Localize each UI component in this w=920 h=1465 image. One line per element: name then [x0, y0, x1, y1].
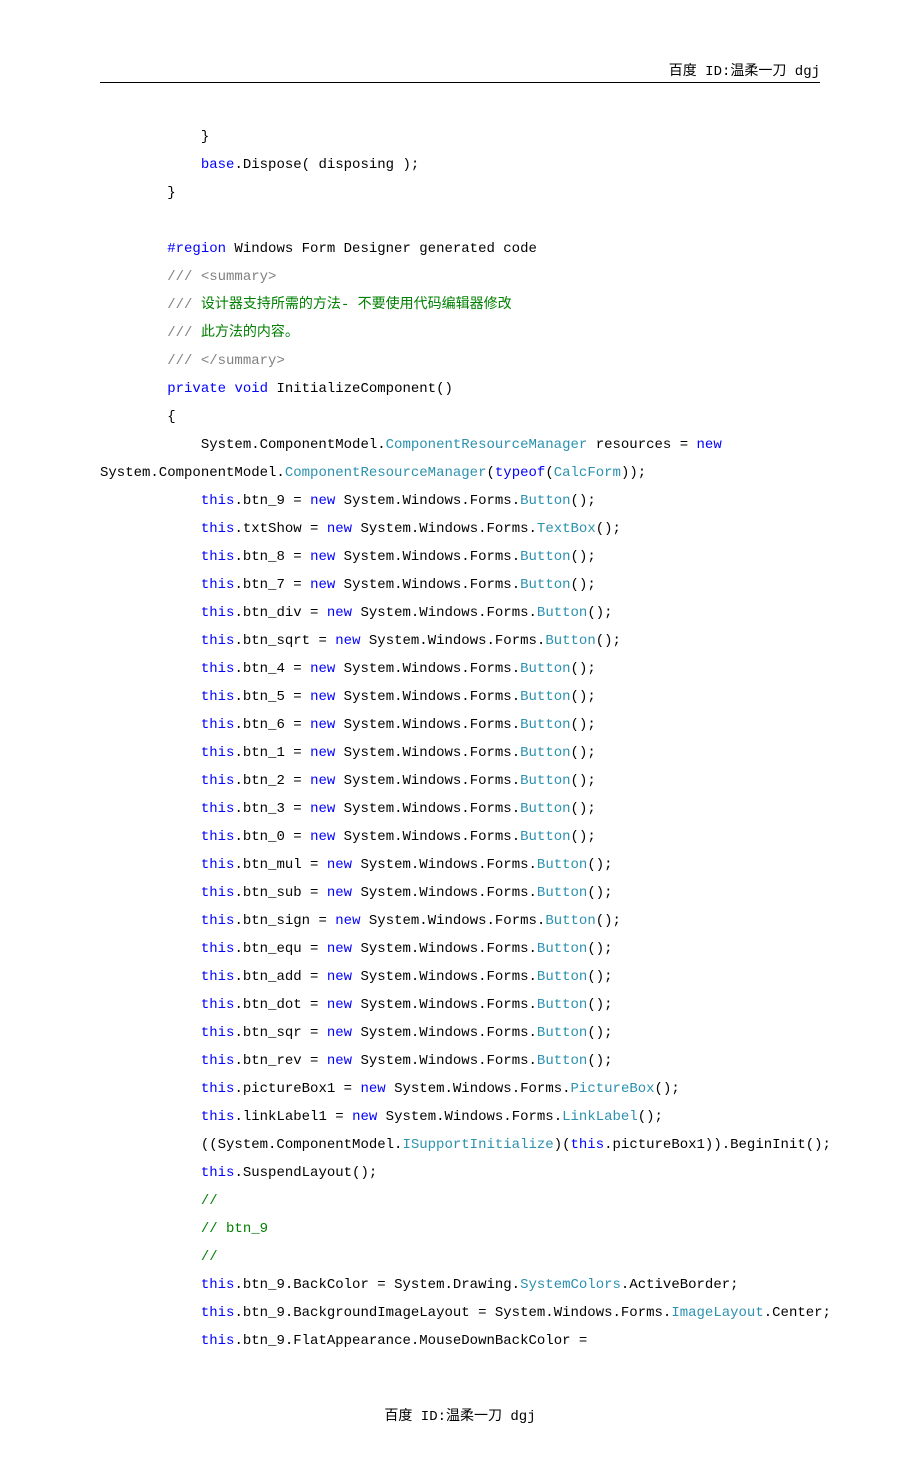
code-line: /// 设计器支持所需的方法- 不要使用代码编辑器修改: [100, 297, 512, 313]
code-line: this.btn_8 = new System.Windows.Forms.Bu…: [100, 549, 596, 565]
code-line: //: [100, 1193, 218, 1209]
code-line: this.btn_9.FlatAppearance.MouseDownBackC…: [100, 1333, 587, 1349]
code-line: this.btn_5 = new System.Windows.Forms.Bu…: [100, 689, 596, 705]
code-line: // btn_9: [100, 1221, 268, 1237]
code-content: } base.Dispose( disposing ); } #region W…: [100, 123, 820, 1355]
code-line: this.btn_dot = new System.Windows.Forms.…: [100, 997, 613, 1013]
code-line: this.btn_9 = new System.Windows.Forms.Bu…: [100, 493, 596, 509]
code-line: /// </summary>: [100, 353, 285, 369]
code-line: this.pictureBox1 = new System.Windows.Fo…: [100, 1081, 680, 1097]
code-line: #region Windows Form Designer generated …: [100, 241, 537, 257]
code-line: this.btn_7 = new System.Windows.Forms.Bu…: [100, 577, 596, 593]
code-line: this.btn_sqr = new System.Windows.Forms.…: [100, 1025, 613, 1041]
page-header: 百度 ID:温柔一刀 dgj: [100, 60, 820, 83]
code-line: base.Dispose( disposing );: [100, 157, 419, 173]
code-line: this.linkLabel1 = new System.Windows.For…: [100, 1109, 663, 1125]
code-line: this.btn_div = new System.Windows.Forms.…: [100, 605, 613, 621]
code-line: this.btn_sign = new System.Windows.Forms…: [100, 913, 621, 929]
code-line: this.btn_4 = new System.Windows.Forms.Bu…: [100, 661, 596, 677]
code-line: this.btn_9.BackgroundImageLayout = Syste…: [100, 1305, 831, 1321]
code-line: ((System.ComponentModel.ISupportInitiali…: [100, 1137, 831, 1153]
code-line: System.ComponentModel.ComponentResourceM…: [100, 465, 646, 481]
code-line: /// <summary>: [100, 269, 276, 285]
code-line: this.SuspendLayout();: [100, 1165, 377, 1181]
code-line: this.btn_6 = new System.Windows.Forms.Bu…: [100, 717, 596, 733]
code-line: private void InitializeComponent(): [100, 381, 453, 397]
code-line: }: [100, 185, 176, 201]
code-line: this.btn_3 = new System.Windows.Forms.Bu…: [100, 801, 596, 817]
code-line: //: [100, 1249, 218, 1265]
code-line: this.btn_1 = new System.Windows.Forms.Bu…: [100, 745, 596, 761]
code-line: this.btn_equ = new System.Windows.Forms.…: [100, 941, 613, 957]
code-line: this.btn_rev = new System.Windows.Forms.…: [100, 1053, 613, 1069]
code-line: }: [100, 129, 209, 145]
code-line: System.ComponentModel.ComponentResourceM…: [100, 437, 722, 453]
code-line: /// 此方法的内容。: [100, 325, 299, 341]
code-line: this.btn_sub = new System.Windows.Forms.…: [100, 885, 613, 901]
code-line: this.btn_9.BackColor = System.Drawing.Sy…: [100, 1277, 739, 1293]
code-line: this.btn_2 = new System.Windows.Forms.Bu…: [100, 773, 596, 789]
code-line: this.btn_add = new System.Windows.Forms.…: [100, 969, 613, 985]
code-line: this.btn_0 = new System.Windows.Forms.Bu…: [100, 829, 596, 845]
code-line: {: [100, 409, 176, 425]
code-line: this.btn_mul = new System.Windows.Forms.…: [100, 857, 613, 873]
page-footer: 百度 ID:温柔一刀 dgj: [100, 1405, 820, 1425]
code-line: this.btn_sqrt = new System.Windows.Forms…: [100, 633, 621, 649]
code-line: this.txtShow = new System.Windows.Forms.…: [100, 521, 621, 537]
